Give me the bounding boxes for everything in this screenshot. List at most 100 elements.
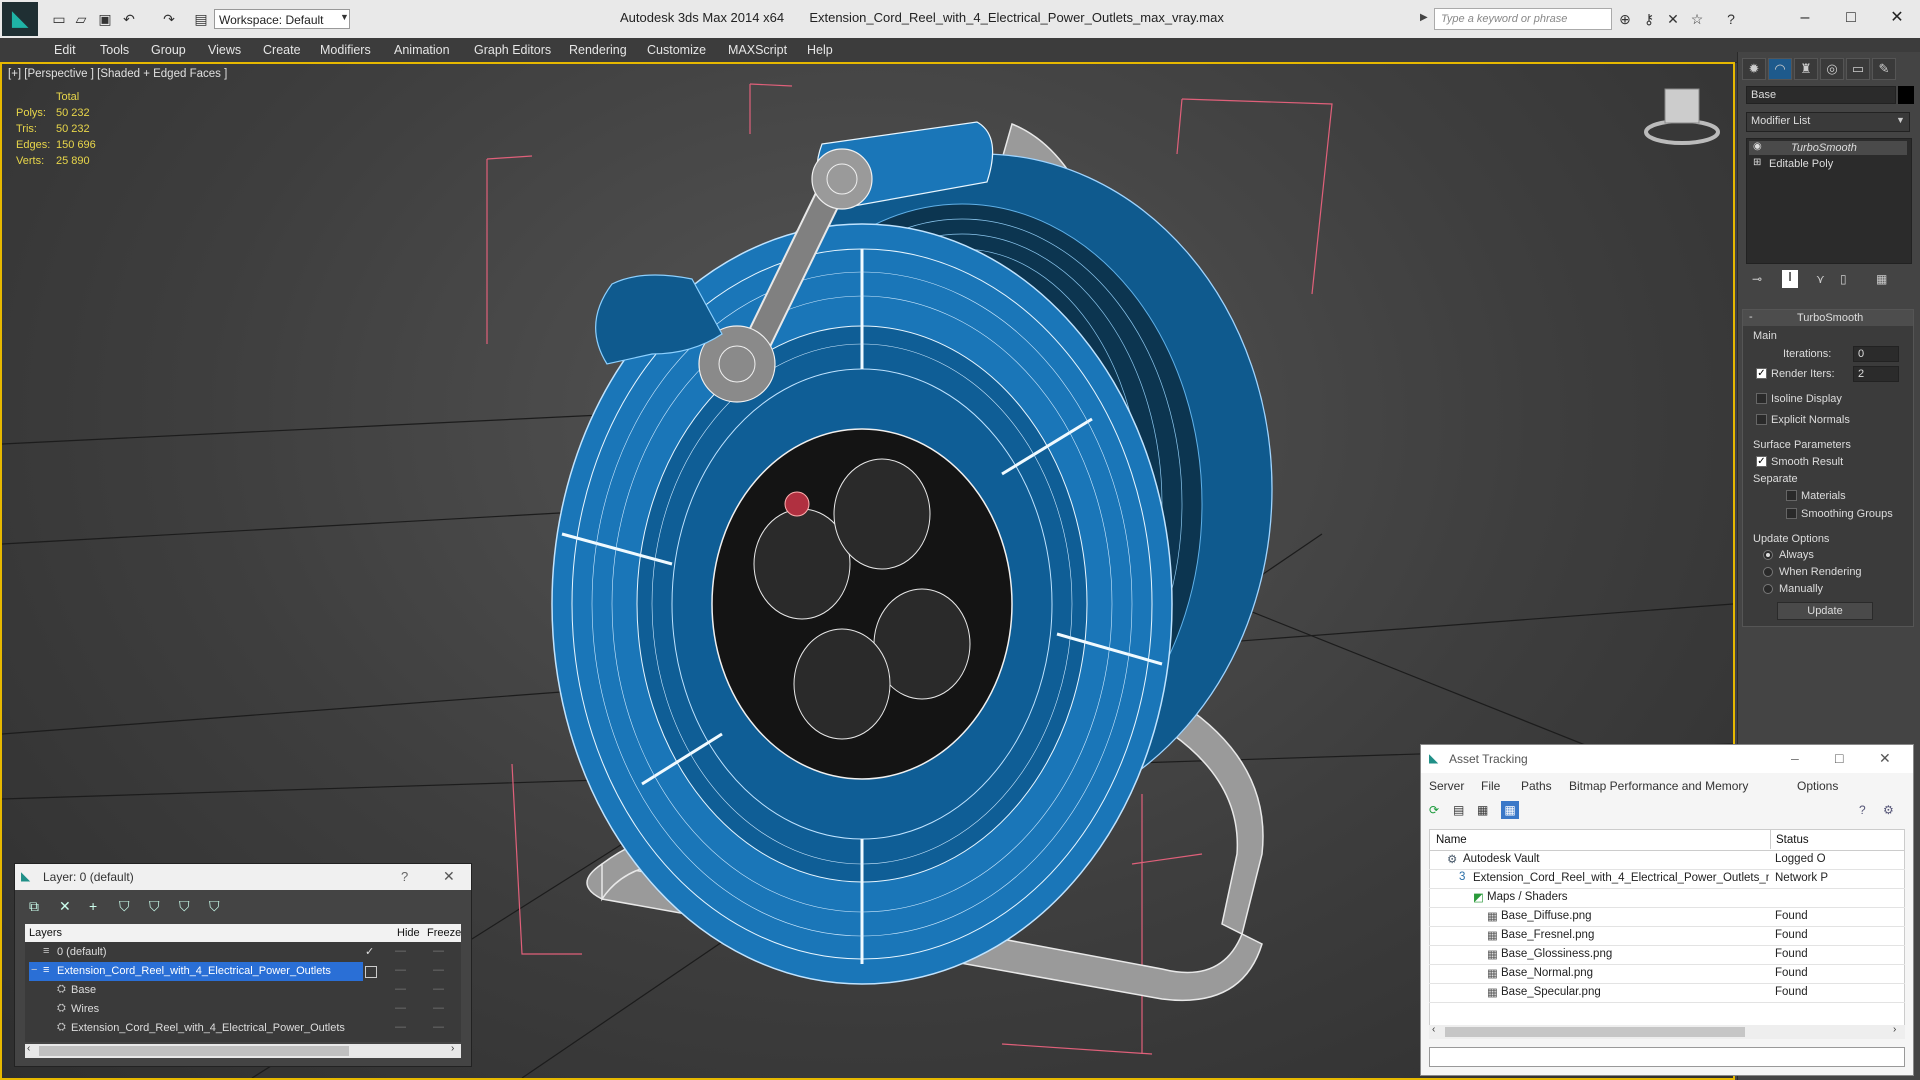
save-icon[interactable]: ▣ [96,10,114,28]
help-button[interactable]: ? [401,869,408,884]
object-color-swatch[interactable] [1898,86,1914,104]
object-name-field[interactable]: Base [1746,86,1896,104]
always-radio[interactable] [1763,550,1773,560]
col-freeze[interactable]: Freeze [427,927,461,939]
close-button[interactable]: ✕ [1879,750,1891,767]
exchange-icon[interactable]: ✕ [1664,10,1682,28]
render-iters-checkbox[interactable]: ✓ [1756,368,1767,379]
asset-row[interactable]: ▦ Base_Normal.png Found [1429,964,1905,984]
iterations-spinner[interactable]: 0 [1853,346,1899,362]
asset-row[interactable]: ▦ Base_Diffuse.png Found [1429,907,1905,927]
key-icon[interactable]: ⚷ [1640,10,1658,28]
scroll-thumb[interactable] [39,1046,349,1056]
search-expand-icon[interactable]: ▶ [1420,12,1428,23]
smoothing-groups-checkbox[interactable] [1786,508,1797,519]
scroll-left-icon[interactable]: ‹ [1432,1024,1435,1035]
hierarchy-tab-icon[interactable]: ♜ [1794,58,1818,80]
asset-row[interactable]: ▦ Base_Specular.png Found [1429,983,1905,1003]
add-to-layer-icon[interactable]: + [89,898,97,914]
redo-icon[interactable]: ↷ [160,10,178,28]
list-view-icon[interactable]: ▤ [1453,803,1464,817]
update-button[interactable]: Update [1777,602,1873,620]
chevron-down-icon[interactable]: ▼ [1896,115,1905,125]
favorites-star-icon[interactable]: ☆ [1688,10,1706,28]
help-icon[interactable]: ? [1859,803,1866,817]
layer-row[interactable]: ⛭ Base — — [25,981,461,1000]
layer-row[interactable]: ⛭ Extension_Cord_Reel_with_4_Electrical_… [25,1019,461,1038]
scroll-right-icon[interactable]: › [451,1043,454,1054]
tree-view-icon[interactable]: ▦ [1477,803,1488,817]
layer-row-selected[interactable]: − ≡ Extension_Cord_Reel_with_4_Electrica… [25,962,461,981]
menu-create[interactable]: Create [263,43,301,57]
socket-hub[interactable] [711,428,1013,780]
asset-horizontal-scrollbar[interactable]: ‹ › [1429,1024,1905,1039]
smooth-result-checkbox[interactable]: ✓ [1756,456,1767,467]
hide-toggle-icon[interactable]: — [395,964,406,976]
menu-paths[interactable]: Paths [1521,779,1552,793]
layer-dialog-titlebar[interactable]: ◣ Layer: 0 (default) ? ✕ [15,864,471,890]
socket-outlet[interactable] [833,458,931,570]
display-tab-icon[interactable]: ▭ [1846,58,1870,80]
binoculars-icon[interactable]: ⊕ [1616,10,1634,28]
menu-tools[interactable]: Tools [100,43,129,57]
new-layer-icon[interactable]: ⧉ [29,898,39,915]
asset-row[interactable]: ◩ Maps / Shaders [1429,888,1905,908]
hide-all-icon[interactable]: ⛉ [179,898,190,915]
menu-customize[interactable]: Customize [647,43,706,57]
hide-toggle-icon[interactable]: — [395,945,406,957]
freeze-toggle-icon[interactable]: — [433,964,444,976]
search-input[interactable]: Type a keyword or phrase [1434,8,1612,30]
explicit-normals-checkbox[interactable] [1756,414,1767,425]
create-tab-icon[interactable]: ✹ [1742,58,1766,80]
menu-options[interactable]: Options [1797,779,1838,793]
menu-modifiers[interactable]: Modifiers [320,43,371,57]
horizontal-scrollbar[interactable]: ‹ › [25,1043,461,1058]
layer-row[interactable]: ≡ 0 (default) ✓ — — [25,943,461,962]
menu-maxscript[interactable]: MAXScript [728,43,787,57]
freeze-toggle-icon[interactable]: — [433,1002,444,1014]
make-unique-icon[interactable]: ⋎ [1816,272,1825,286]
hide-toggle-icon[interactable]: — [395,983,406,995]
menu-group[interactable]: Group [151,43,186,57]
current-layer-check-icon[interactable]: ✓ [365,945,374,958]
menu-graph-editors[interactable]: Graph Editors [474,43,551,57]
close-button[interactable]: ✕ [443,868,455,885]
help-icon[interactable]: ? [1722,10,1740,28]
menu-views[interactable]: Views [208,43,241,57]
minimize-button[interactable]: – [1791,750,1799,766]
select-objects-icon[interactable]: ⛉ [119,898,130,915]
layer-row[interactable]: ⛭ Wires — — [25,1000,461,1019]
render-iters-spinner[interactable]: 2 [1853,366,1899,382]
asset-titlebar[interactable]: ◣ Asset Tracking – □ ✕ [1421,745,1913,773]
asset-row[interactable]: ⚙ Autodesk Vault Logged O [1429,850,1905,870]
asset-row[interactable]: 3 Extension_Cord_Reel_with_4_Electrical_… [1429,869,1905,889]
menu-edit[interactable]: Edit [54,43,76,57]
col-layers[interactable]: Layers [29,927,62,939]
maximize-button[interactable]: □ [1835,750,1843,766]
when-rendering-radio[interactable] [1763,567,1773,577]
utilities-tab-icon[interactable]: ✎ [1872,58,1896,80]
table-view-icon[interactable]: ▦ [1501,801,1519,819]
minimize-button[interactable]: – [1790,6,1820,30]
settings-icon[interactable]: ⚙ [1883,803,1894,817]
column-divider[interactable] [1770,829,1771,849]
freeze-toggle-icon[interactable]: — [433,945,444,957]
motion-tab-icon[interactable]: ◎ [1820,58,1844,80]
project-folder-icon[interactable]: ▤ [192,10,210,28]
pin-stack-icon[interactable]: ⊸ [1752,272,1762,286]
expand-plus-icon[interactable]: ⊞ [1753,157,1761,168]
menu-bitmap-performance[interactable]: Bitmap Performance and Memory [1569,779,1748,793]
app-logo-icon[interactable]: ◣ [2,2,38,36]
close-button[interactable]: ✕ [1882,6,1912,30]
make-current-checkbox[interactable] [365,966,377,978]
menu-rendering[interactable]: Rendering [569,43,627,57]
freeze-toggle-icon[interactable]: — [433,983,444,995]
workspace-dropdown[interactable]: Workspace: Default [214,9,350,29]
isoline-checkbox[interactable] [1756,393,1767,404]
stack-item-turbosmooth[interactable]: ◉ TurboSmooth [1749,141,1907,155]
socket-outlet[interactable] [793,628,891,740]
expand-icon[interactable]: − [31,964,37,976]
menu-animation[interactable]: Animation [394,43,450,57]
lightbulb-icon[interactable]: ◉ [1753,141,1762,152]
menu-file[interactable]: File [1481,779,1500,793]
